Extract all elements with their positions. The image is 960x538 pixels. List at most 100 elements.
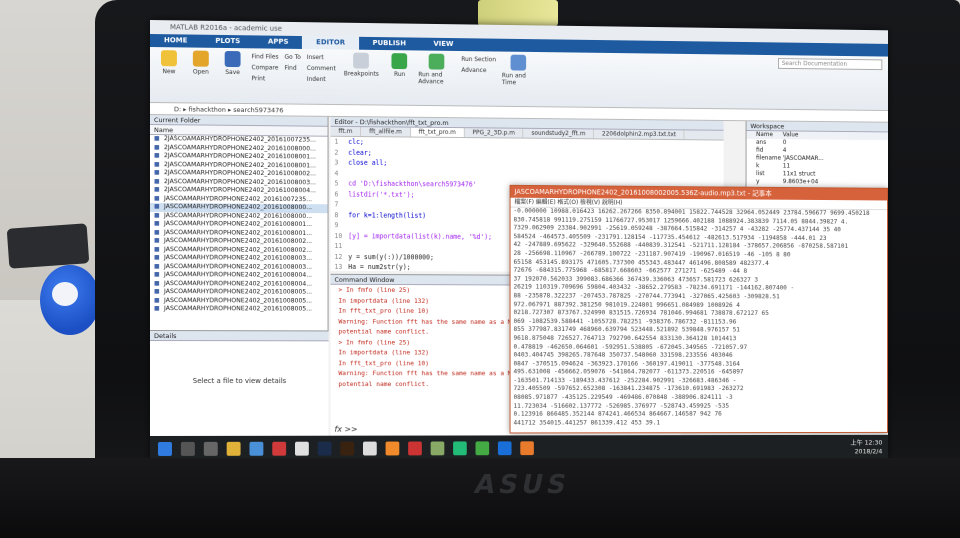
notepad-text-line: 495.631008 -456662.059076 -541864.782077…	[511, 369, 887, 378]
illustrator-icon[interactable]	[340, 442, 354, 456]
variable-value: 11	[783, 163, 790, 171]
notepad-taskbar-icon[interactable]	[520, 441, 534, 455]
matlab-taskbar-icon[interactable]	[498, 441, 512, 455]
editor-tab[interactable]: 2206dolphin2.mp3.txt.txt	[594, 129, 684, 139]
code-text: clear;	[348, 148, 371, 156]
task-view-icon[interactable]	[204, 442, 218, 456]
open-button[interactable]: Open	[188, 50, 214, 99]
app-orange-icon[interactable]	[386, 442, 400, 456]
app-red-icon[interactable]	[408, 442, 422, 456]
app-icon[interactable]	[272, 442, 286, 456]
file-list: 2JASCOAMARHYDROPHONE2402_20161007235...2…	[150, 135, 328, 314]
run-section-button[interactable]: Run Section	[461, 54, 496, 65]
documentation-search-input[interactable]: Search Documentation	[778, 58, 882, 70]
insert-button[interactable]: Insert	[307, 52, 336, 63]
find-files-button[interactable]: Find Files	[251, 51, 278, 62]
notepad-window[interactable]: JASCOAMARHYDROPHONE2402_20161008002005.5…	[510, 185, 888, 434]
notepad-text-line: 723.405509 -597652.652308 -163841.234875…	[511, 386, 887, 394]
print-button[interactable]: Print	[251, 73, 278, 84]
app-green-icon[interactable]	[431, 441, 445, 455]
workspace-variable-row[interactable]: y 9.8603e+04	[747, 178, 888, 187]
windows-start-icon[interactable]	[158, 442, 172, 456]
photo-scene: MATLAB R2016a - academic use HOME PLOTS …	[0, 0, 960, 538]
breakpoint-icon	[353, 53, 369, 69]
find-button[interactable]: Find	[285, 63, 301, 74]
run-button[interactable]: Run	[387, 53, 412, 102]
taskbar-clock[interactable]: 上午 12:30 2018/2/4	[850, 439, 882, 457]
code-text: cd 'D:\fishackthon\search5973476'	[348, 180, 476, 189]
mail-icon[interactable]	[249, 442, 263, 456]
code-text: close all;	[348, 159, 387, 167]
line-number: 6	[334, 189, 348, 200]
smartphone	[7, 223, 90, 268]
app-circle-icon[interactable]	[363, 442, 377, 456]
indent-button[interactable]: Indent	[307, 74, 336, 85]
line-number: 4	[334, 168, 348, 179]
advance-button[interactable]: Advance	[461, 65, 496, 76]
variable-value: 9.8603e+04	[783, 178, 819, 186]
breakpoints-button[interactable]: Breakpoints	[342, 52, 381, 101]
line-number: 12	[334, 251, 348, 261]
line-number: 7	[334, 199, 348, 210]
notepad-text-area[interactable]: -0.000000 10988.016423 16262.267266 8350…	[511, 208, 887, 428]
command-prompt[interactable]: fx >>	[334, 425, 357, 434]
search-icon[interactable]	[181, 442, 195, 456]
folder-icon	[193, 51, 209, 67]
tab-home[interactable]: HOME	[150, 34, 201, 48]
laptop-logo: ASUS	[472, 470, 573, 500]
file-list-item[interactable]: JASCOAMARHYDROPHONE2402_20161008005...	[150, 305, 328, 314]
line-number: 9	[334, 220, 348, 231]
variable-name: y	[747, 178, 783, 186]
chrome-icon[interactable]	[476, 441, 490, 455]
details-pane: Details Select a file to view details	[150, 330, 329, 436]
notepad-text-line: 08085.971877 -435125.229549 -469486.0708…	[511, 394, 887, 402]
run-advance-icon	[429, 54, 445, 70]
run-icon	[392, 53, 408, 69]
code-text: for k=1:length(list)	[348, 211, 426, 219]
new-button[interactable]: New	[156, 50, 182, 99]
variable-value: 4	[783, 147, 787, 155]
tab-editor[interactable]: EDITOR	[302, 36, 358, 50]
notepad-text-line: 9618.875048 726527.764713 792790.642554 …	[511, 335, 887, 344]
notepad-text-line: 11.723034 -516602.137772 -526985.376977 …	[511, 402, 887, 411]
clock-time: 上午 12:30	[850, 439, 882, 448]
tab-apps[interactable]: APPS	[254, 35, 302, 49]
tab-publish[interactable]: PUBLISH	[359, 37, 420, 51]
mascot-face	[52, 282, 78, 306]
editor-tab[interactable]: PPG_2_3D.p.m	[465, 128, 524, 137]
photoshop-icon[interactable]	[318, 442, 332, 456]
app-teal-icon[interactable]	[453, 441, 467, 455]
save-button[interactable]: Save	[220, 51, 246, 100]
comment-button[interactable]: Comment	[307, 63, 336, 74]
editor-tab[interactable]: fft_allfile.m	[361, 127, 410, 136]
editor-tab[interactable]: soundstudy2_fft.m	[524, 129, 595, 139]
line-number: 11	[334, 241, 348, 252]
edit-group: Insert Comment Indent	[307, 52, 336, 101]
store-icon[interactable]	[295, 442, 309, 456]
timer-icon	[511, 55, 527, 71]
editor-tab[interactable]: fft.m	[331, 127, 362, 136]
tab-view[interactable]: VIEW	[420, 38, 467, 51]
navigate-group: Go To Find	[285, 52, 301, 101]
compare-button[interactable]: Compare	[251, 62, 278, 73]
line-number: 1	[334, 137, 348, 148]
line-number: 5	[334, 178, 348, 189]
run-time-button[interactable]: Run and Time	[502, 55, 535, 104]
line-number: 8	[334, 210, 348, 221]
run-group: Run Section Advance	[461, 54, 496, 103]
run-advance-button[interactable]: Run and Advance	[418, 53, 455, 102]
code-text: y = sum(y(:))/1000000;	[348, 253, 434, 261]
editor-tab[interactable]: fft_txt_pro.m	[411, 128, 465, 137]
code-text: Ha = num2str(y);	[348, 263, 410, 271]
tab-plots[interactable]: PLOTS	[201, 35, 254, 49]
variable-value: 0	[783, 139, 787, 147]
sticker	[478, 0, 558, 26]
workspace-variables: ans 0 fid 4 filename 'JASCOAMAR... k 11 list 11x1…	[747, 139, 888, 187]
notepad-text-line: 0.123916 866485.352144 874241.466534 864…	[511, 411, 887, 420]
code-text: [y] = importdata(list(k).name, '%d');	[348, 232, 492, 241]
file-explorer-icon[interactable]	[227, 442, 241, 456]
new-file-icon	[161, 50, 177, 66]
code-text: listdir('*.txt');	[348, 190, 414, 198]
line-number: 3	[334, 158, 348, 169]
goto-button[interactable]: Go To	[285, 52, 301, 63]
